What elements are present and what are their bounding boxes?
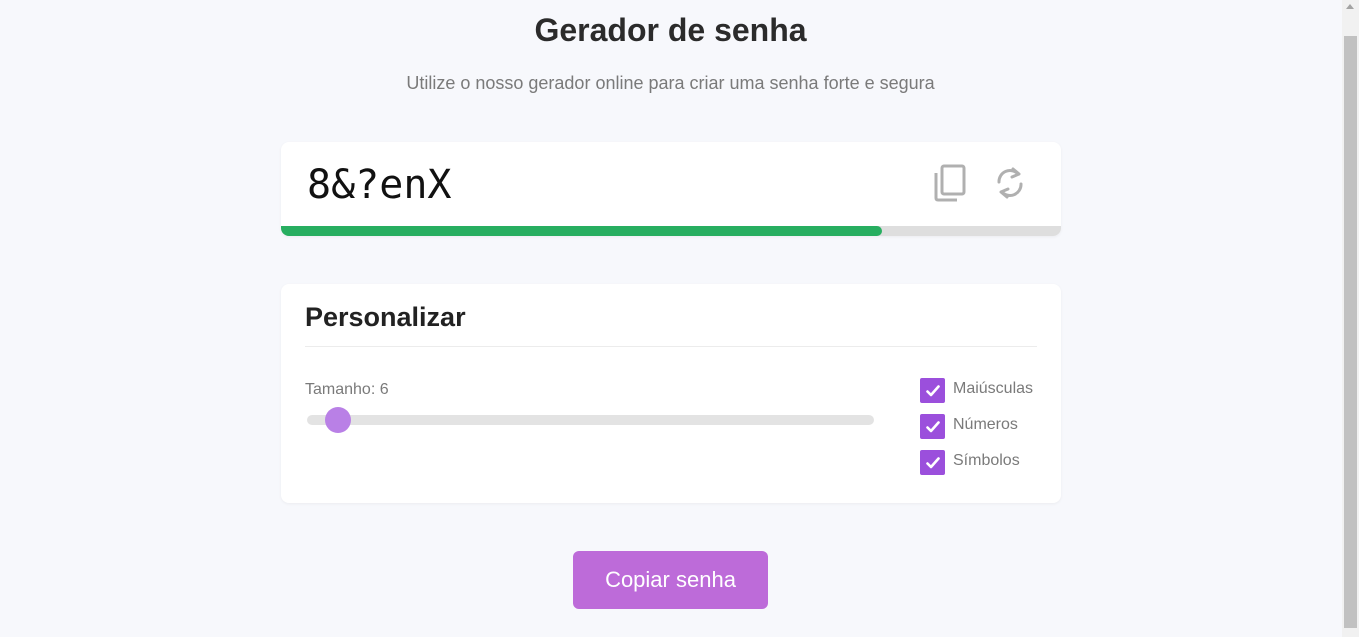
divider — [305, 346, 1037, 347]
password-strength-fill — [281, 226, 882, 236]
check-icon — [925, 420, 940, 432]
password-card: 8&?enX — [281, 142, 1061, 236]
copy-password-icon-button[interactable] — [930, 162, 970, 204]
numbers-label: Números — [953, 416, 1018, 433]
symbols-checkbox[interactable] — [920, 450, 945, 475]
check-icon — [925, 456, 940, 468]
password-strength-bar — [281, 226, 1061, 236]
customize-title: Personalizar — [305, 302, 466, 332]
uppercase-label: Maiúsculas — [953, 380, 1034, 397]
password-display[interactable]: 8&?enX — [307, 162, 452, 208]
option-uppercase[interactable]: Maiúsculas — [920, 378, 1033, 414]
length-label: Tamanho: 6 — [305, 381, 389, 398]
check-icon — [925, 384, 940, 396]
uppercase-checkbox[interactable] — [920, 378, 945, 403]
character-options: Maiúsculas Números Símbolos — [920, 378, 1033, 486]
symbols-label: Símbolos — [953, 452, 1020, 469]
scroll-up-arrow-icon[interactable] — [1346, 4, 1354, 9]
numbers-checkbox[interactable] — [920, 414, 945, 439]
option-numbers[interactable]: Números — [920, 414, 1033, 450]
page-title: Gerador de senha — [534, 12, 807, 48]
copy-icon — [934, 164, 966, 202]
copy-password-button[interactable]: Copiar senha — [573, 551, 768, 609]
regenerate-password-icon-button[interactable] — [990, 162, 1030, 204]
refresh-icon — [997, 167, 1023, 199]
length-slider[interactable] — [307, 407, 874, 433]
length-slider-thumb[interactable] — [325, 407, 352, 433]
scrollbar-thumb[interactable] — [1344, 36, 1357, 628]
page-subtitle: Utilize o nosso gerador online para cria… — [406, 73, 935, 93]
option-symbols[interactable]: Símbolos — [920, 450, 1033, 486]
customize-card: Personalizar Tamanho: 6 Maiúsculas Númer… — [281, 284, 1061, 503]
vertical-scrollbar[interactable] — [1342, 0, 1359, 637]
page: Gerador de senha Utilize o nosso gerador… — [0, 0, 1359, 637]
